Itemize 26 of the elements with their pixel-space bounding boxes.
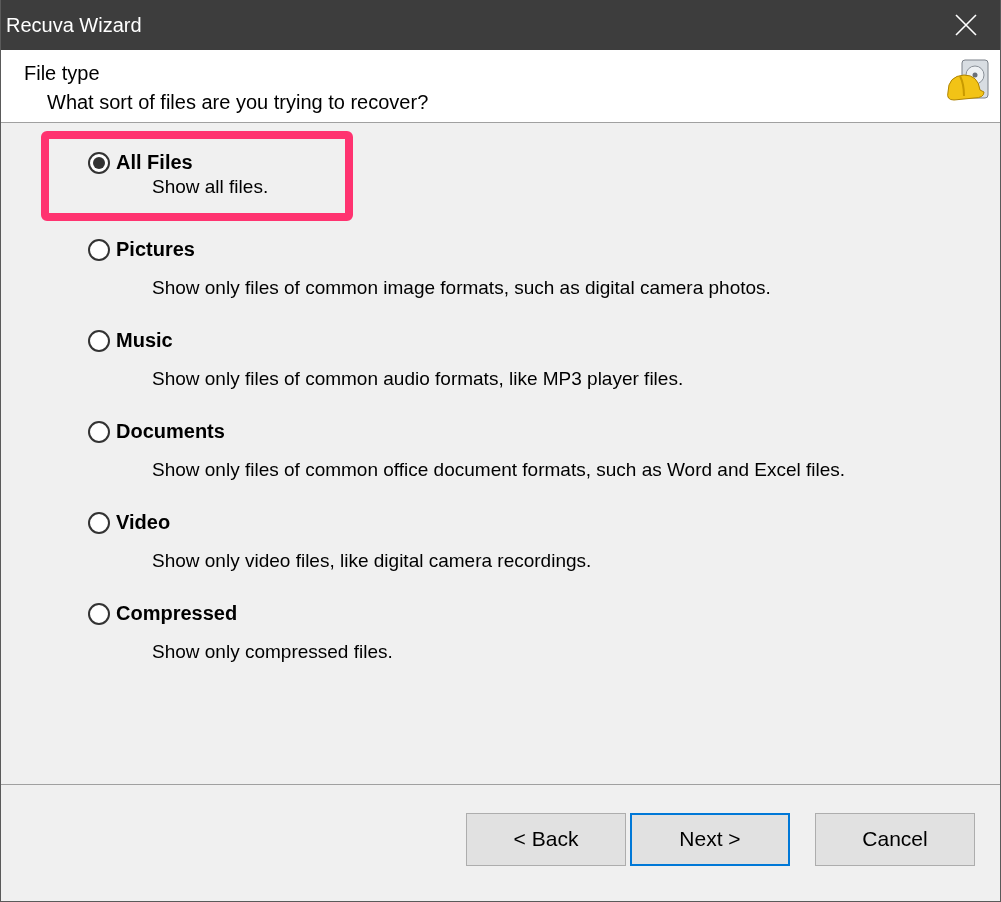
window-title: Recuva Wizard [6, 13, 142, 37]
option-label[interactable]: Pictures [116, 238, 195, 261]
page-subtitle: What sort of files are you trying to recover? [47, 91, 429, 114]
option-description: Show only files of common office document formats, such as Word and Excel files. [152, 459, 847, 481]
option-description: Show only files of common image formats, such as digital camera photos. [152, 277, 772, 299]
option-description: Show only video files, like digital camera recordings. [152, 550, 593, 572]
option-label[interactable]: Music [116, 329, 173, 352]
option-label[interactable]: Compressed [116, 602, 238, 625]
option-label[interactable]: All Files [116, 151, 193, 174]
hard-drive-helmet-icon [944, 58, 992, 104]
cancel-button[interactable]: Cancel [815, 812, 975, 866]
option-label[interactable]: Documents [116, 420, 225, 443]
next-button[interactable]: Next > [630, 812, 790, 866]
option-label[interactable]: Video [116, 511, 171, 534]
radio-button[interactable] [88, 238, 110, 261]
option-description: Show only compressed files. [152, 641, 394, 663]
radio-button[interactable] [88, 420, 110, 443]
page-title: File type [24, 62, 101, 85]
radio-button[interactable] [88, 602, 110, 625]
close-icon[interactable] [955, 14, 977, 36]
option-description: Show all files. [152, 176, 270, 198]
radio-button[interactable] [88, 329, 110, 352]
option-description: Show only files of common audio formats, like MP3 player files. [152, 368, 685, 390]
back-button[interactable]: < Back [466, 812, 626, 866]
radio-button[interactable] [88, 511, 110, 534]
radio-button[interactable] [88, 151, 110, 174]
